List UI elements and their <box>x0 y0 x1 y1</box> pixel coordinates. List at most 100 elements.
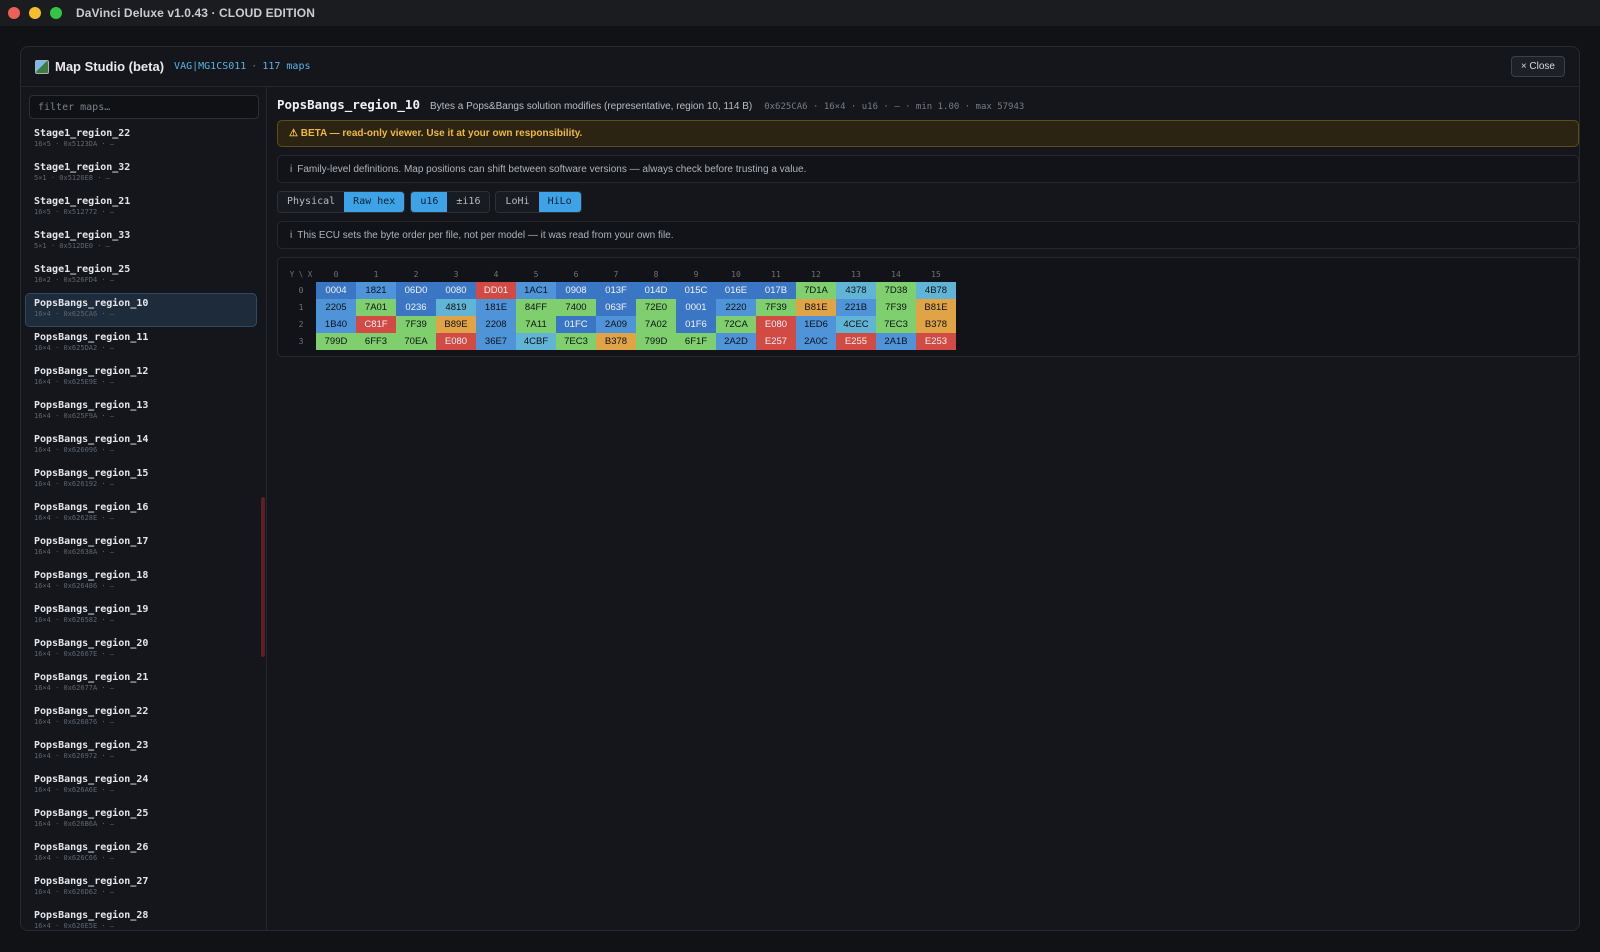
grid-cell[interactable]: 1ED6 <box>796 316 836 333</box>
grid-cell[interactable]: 4378 <box>836 282 876 299</box>
grid-cell[interactable]: 6FF3 <box>356 333 396 350</box>
grid-cell[interactable]: B81E <box>796 299 836 316</box>
grid-cell[interactable]: 015C <box>676 282 716 299</box>
map-list-item[interactable]: PopsBangs_region_26 16×4 · 0x626C66 · — <box>25 837 257 871</box>
grid-cell[interactable]: 799D <box>316 333 356 350</box>
grid-cell[interactable]: 016E <box>716 282 756 299</box>
sidebar-scrollbar-thumb[interactable] <box>261 497 265 657</box>
map-list-item[interactable]: PopsBangs_region_18 16×4 · 0x626486 · — <box>25 565 257 599</box>
map-list-item[interactable]: PopsBangs_region_24 16×4 · 0x626A6E · — <box>25 769 257 803</box>
grid-cell[interactable]: 1B40 <box>316 316 356 333</box>
grid-cell[interactable]: B378 <box>596 333 636 350</box>
grid-cell[interactable]: 0080 <box>436 282 476 299</box>
toggle-raw-hex-button[interactable]: Raw hex <box>344 192 405 212</box>
grid-cell[interactable]: 70EA <box>396 333 436 350</box>
map-list-item[interactable]: Stage1_region_33 5×1 · 0x512DE0 · — <box>25 225 257 259</box>
toggle-i16-button[interactable]: ±i16 <box>447 192 490 212</box>
toggle-u16-button[interactable]: u16 <box>411 192 448 212</box>
close-window-button[interactable] <box>8 7 20 19</box>
grid-cell[interactable]: 7A11 <box>516 316 556 333</box>
map-list-item[interactable]: PopsBangs_region_19 16×4 · 0x626582 · — <box>25 599 257 633</box>
grid-cell[interactable]: 4B78 <box>916 282 956 299</box>
grid-cell[interactable]: 36E7 <box>476 333 516 350</box>
grid-cell[interactable]: 2A09 <box>596 316 636 333</box>
map-list-item[interactable]: PopsBangs_region_28 16×4 · 0x626E5E · — <box>25 905 257 930</box>
grid-cell[interactable]: 1AC1 <box>516 282 556 299</box>
grid-cell[interactable]: 06D0 <box>396 282 436 299</box>
grid-cell[interactable]: 0908 <box>556 282 596 299</box>
grid-cell[interactable]: 72CA <box>716 316 756 333</box>
grid-cell[interactable]: 6F1F <box>676 333 716 350</box>
map-list-item[interactable]: PopsBangs_region_13 16×4 · 0x625F9A · — <box>25 395 257 429</box>
grid-cell[interactable]: E255 <box>836 333 876 350</box>
map-list-item[interactable]: PopsBangs_region_25 16×4 · 0x626B6A · — <box>25 803 257 837</box>
filter-maps-input[interactable] <box>29 95 259 119</box>
map-list-item[interactable]: PopsBangs_region_16 16×4 · 0x62628E · — <box>25 497 257 531</box>
grid-cell[interactable]: 4CEC <box>836 316 876 333</box>
grid-cell[interactable]: 2205 <box>316 299 356 316</box>
map-list-item[interactable]: PopsBangs_region_17 16×4 · 0x62638A · — <box>25 531 257 565</box>
grid-cell[interactable]: 4CBF <box>516 333 556 350</box>
grid-cell[interactable]: E257 <box>756 333 796 350</box>
grid-cell[interactable]: 72E0 <box>636 299 676 316</box>
grid-cell[interactable]: B378 <box>916 316 956 333</box>
toggle-physical-button[interactable]: Physical <box>278 192 345 212</box>
grid-cell[interactable]: 014D <box>636 282 676 299</box>
grid-cell[interactable]: 0236 <box>396 299 436 316</box>
map-list-item[interactable]: PopsBangs_region_11 16×4 · 0x625DA2 · — <box>25 327 257 361</box>
grid-cell[interactable]: 84FF <box>516 299 556 316</box>
map-list-item[interactable]: PopsBangs_region_27 16×4 · 0x626D62 · — <box>25 871 257 905</box>
minimize-window-button[interactable] <box>29 7 41 19</box>
grid-cell[interactable]: 7D1A <box>796 282 836 299</box>
grid-cell[interactable]: B89E <box>436 316 476 333</box>
grid-cell[interactable]: 01FC <box>556 316 596 333</box>
map-list-item[interactable]: PopsBangs_region_14 16×4 · 0x626096 · — <box>25 429 257 463</box>
grid-cell[interactable]: 7A01 <box>356 299 396 316</box>
close-button[interactable]: × Close <box>1510 56 1565 77</box>
grid-cell[interactable]: 063F <box>596 299 636 316</box>
grid-cell[interactable]: 2208 <box>476 316 516 333</box>
toggle-hilo-button[interactable]: HiLo <box>538 192 581 212</box>
grid-cell[interactable]: DD01 <box>476 282 516 299</box>
grid-cell[interactable]: 181E <box>476 299 516 316</box>
toggle-lohi-button[interactable]: LoHi <box>496 192 539 212</box>
grid-cell[interactable]: 1821 <box>356 282 396 299</box>
grid-cell[interactable]: B81E <box>916 299 956 316</box>
map-list-item[interactable]: PopsBangs_region_22 16×4 · 0x626876 · — <box>25 701 257 735</box>
grid-cell[interactable]: 7D38 <box>876 282 916 299</box>
grid-cell[interactable]: 799D <box>636 333 676 350</box>
map-list-item[interactable]: Stage1_region_22 16×5 · 0x5123DA · — <box>25 123 257 157</box>
grid-cell[interactable]: 7F39 <box>396 316 436 333</box>
grid-cell[interactable]: 017B <box>756 282 796 299</box>
map-list-item[interactable]: Stage1_region_32 5×1 · 0x5126E8 · — <box>25 157 257 191</box>
grid-cell[interactable]: E253 <box>916 333 956 350</box>
map-list-item[interactable]: PopsBangs_region_21 16×4 · 0x62677A · — <box>25 667 257 701</box>
map-list-item[interactable]: Stage1_region_21 16×5 · 0x512772 · — <box>25 191 257 225</box>
map-list-item[interactable]: PopsBangs_region_15 16×4 · 0x626192 · — <box>25 463 257 497</box>
grid-cell[interactable]: 7A02 <box>636 316 676 333</box>
grid-cell[interactable]: E080 <box>756 316 796 333</box>
grid-cell[interactable]: 2220 <box>716 299 756 316</box>
grid-cell[interactable]: 0004 <box>316 282 356 299</box>
grid-cell[interactable]: 01F6 <box>676 316 716 333</box>
grid-cell[interactable]: 7F39 <box>876 299 916 316</box>
maximize-window-button[interactable] <box>50 7 62 19</box>
grid-cell[interactable]: 2A0C <box>796 333 836 350</box>
grid-cell[interactable]: 221B <box>836 299 876 316</box>
map-list-item[interactable]: PopsBangs_region_23 16×4 · 0x626972 · — <box>25 735 257 769</box>
grid-cell[interactable]: 7F39 <box>756 299 796 316</box>
map-list-item[interactable]: PopsBangs_region_12 16×4 · 0x625E9E · — <box>25 361 257 395</box>
grid-cell[interactable]: 4819 <box>436 299 476 316</box>
map-list-item[interactable]: PopsBangs_region_10 16×4 · 0x625CA6 · — <box>25 293 257 327</box>
grid-cell[interactable]: 7400 <box>556 299 596 316</box>
grid-cell[interactable]: C81F <box>356 316 396 333</box>
grid-cell[interactable]: 2A1B <box>876 333 916 350</box>
grid-cell[interactable]: 7EC3 <box>556 333 596 350</box>
grid-cell[interactable]: 7EC3 <box>876 316 916 333</box>
map-list-item[interactable]: PopsBangs_region_20 16×4 · 0x62667E · — <box>25 633 257 667</box>
grid-cell[interactable]: 2A2D <box>716 333 756 350</box>
grid-cell[interactable]: E080 <box>436 333 476 350</box>
map-list-item[interactable]: Stage1_region_25 16×2 · 0x526FD4 · — <box>25 259 257 293</box>
grid-cell[interactable]: 0001 <box>676 299 716 316</box>
grid-cell[interactable]: 013F <box>596 282 636 299</box>
